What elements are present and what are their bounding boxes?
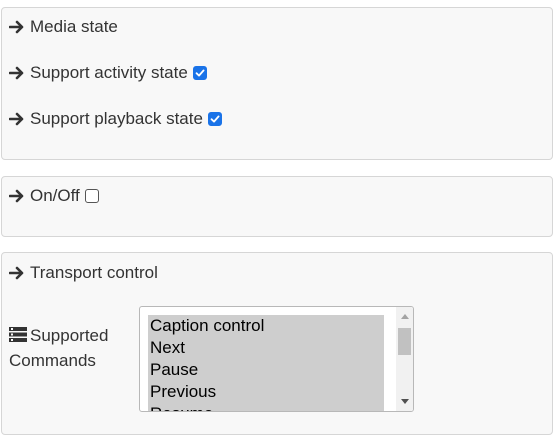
scrollbar-thumb[interactable] — [398, 328, 411, 355]
command-option[interactable]: Caption control — [148, 315, 384, 337]
list-icon — [9, 327, 27, 342]
support-activity-label: Support activity state — [30, 63, 188, 82]
transport-control-panel: Transport control Supported Commands Cap… — [1, 252, 553, 435]
arrow-right-icon — [9, 189, 24, 203]
support-playback-row: Support playback state — [9, 109, 222, 129]
arrow-right-icon — [9, 112, 24, 126]
arrow-right-icon — [9, 266, 24, 280]
support-activity-row: Support activity state — [9, 63, 207, 83]
checkmark-icon — [195, 69, 205, 77]
listbox-scrollbar[interactable] — [396, 307, 413, 411]
supported-commands-label: Supported Commands — [9, 323, 108, 373]
on-off-row: On/Off — [9, 186, 99, 206]
checkmark-icon — [210, 115, 220, 123]
supported-commands-line1: Supported — [30, 326, 109, 345]
media-state-title: Media state — [30, 17, 118, 36]
on-off-checkbox[interactable] — [84, 189, 99, 203]
caret-up-icon — [400, 314, 409, 319]
command-option[interactable]: Resume — [148, 403, 384, 411]
media-state-panel: Media state Support activity state Suppo… — [1, 7, 553, 160]
arrow-right-icon — [9, 66, 24, 80]
on-off-label: On/Off — [30, 186, 80, 205]
commands-options: Caption control Next Pause Previous Resu… — [148, 315, 384, 411]
supported-commands-listbox[interactable]: Caption control Next Pause Previous Resu… — [139, 306, 414, 412]
media-state-header[interactable]: Media state — [9, 17, 118, 37]
command-option[interactable]: Previous — [148, 381, 384, 403]
scroll-up-button[interactable] — [396, 309, 413, 324]
arrow-right-icon — [9, 20, 24, 34]
command-option[interactable]: Next — [148, 337, 384, 359]
support-playback-checkbox[interactable] — [207, 112, 222, 126]
support-activity-checkbox[interactable] — [192, 66, 207, 80]
scroll-down-button[interactable] — [396, 394, 413, 409]
transport-control-header[interactable]: Transport control — [9, 263, 158, 283]
command-option[interactable]: Pause — [148, 359, 384, 381]
transport-control-title: Transport control — [30, 263, 158, 282]
caret-down-icon — [400, 399, 409, 404]
on-off-panel: On/Off — [1, 176, 553, 237]
support-playback-label: Support playback state — [30, 109, 203, 128]
supported-commands-line2: Commands — [9, 351, 96, 370]
